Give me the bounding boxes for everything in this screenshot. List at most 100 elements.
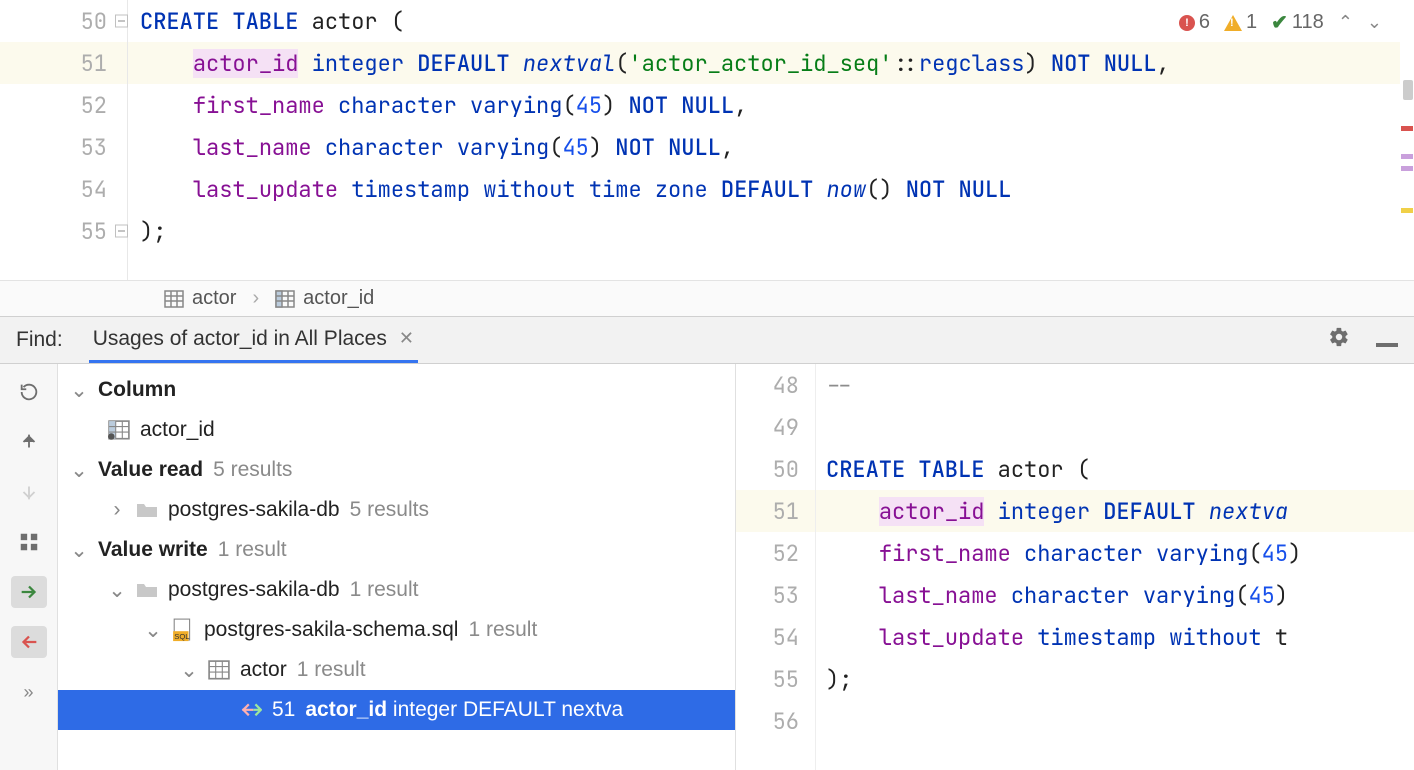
column-icon <box>275 290 295 308</box>
code-line[interactable]: last_name character varying(45) NOT NULL… <box>128 126 1414 168</box>
gutter-line-number: 55 <box>0 210 127 252</box>
stripe-usage-mark[interactable] <box>1401 166 1413 171</box>
code-line[interactable]: last_name character varying(45) <box>816 574 1414 616</box>
chevron-down-icon[interactable]: ⌄ <box>70 538 88 563</box>
gutter-line-number: 54 <box>0 168 127 210</box>
tree-count: 1 result <box>218 538 287 562</box>
usages-tree[interactable]: ⌄ Column actor_id ⌄ Value read 5 results… <box>58 364 736 770</box>
code-line[interactable]: first_name character varying(45) <box>816 532 1414 574</box>
usage-text-rest: integer DEFAULT nextva <box>387 698 623 721</box>
code-line[interactable]: last_update timestamp without t <box>816 616 1414 658</box>
usage-preview[interactable]: 484950515253545556 -- CREATE TABLE actor … <box>736 364 1414 770</box>
breadcrumb-actor[interactable]: actor <box>164 287 236 310</box>
code-line[interactable]: ); <box>816 658 1414 700</box>
folder-icon <box>136 500 158 520</box>
tree-node-value-read[interactable]: ⌄ Value read 5 results <box>58 450 735 490</box>
show-read-access-button[interactable] <box>11 576 47 608</box>
sql-file-icon: SQL <box>172 620 194 640</box>
chevron-right-icon[interactable]: › <box>108 498 126 522</box>
show-write-access-button[interactable] <box>11 626 47 658</box>
tree-label: postgres-sakila-db <box>168 498 340 522</box>
close-tab-icon[interactable]: ✕ <box>399 328 414 349</box>
column-icon <box>108 420 130 440</box>
stripe-usage-mark[interactable] <box>1401 154 1413 159</box>
gutter-line-number: 51 <box>736 490 815 532</box>
code-line[interactable]: -- <box>816 364 1414 406</box>
warning-icon <box>1224 15 1242 31</box>
gutter-line-number: 51 <box>0 42 127 84</box>
find-tab-title: Usages of actor_id in All Places <box>93 327 387 351</box>
more-options-button[interactable]: » <box>11 676 47 708</box>
table-icon <box>164 290 184 308</box>
code-line[interactable]: actor_id integer DEFAULT nextva <box>816 490 1414 532</box>
code-line[interactable]: ); <box>128 210 1414 252</box>
gutter-line-number: 50 <box>736 448 815 490</box>
chevron-down-icon[interactable]: ⌄ <box>70 378 88 403</box>
next-highlight-icon[interactable]: ⌄ <box>1367 12 1382 33</box>
tree-node-column[interactable]: ⌄ Column <box>58 370 735 410</box>
gutter-line-number: 53 <box>0 126 127 168</box>
tree-label: Value read <box>98 458 203 482</box>
editor-code[interactable]: ! 6 1 ✔ 118 ⌃ ⌄ CREATE TABLE actor ( act… <box>128 0 1414 280</box>
tree-label: Value write <box>98 538 208 562</box>
gutter-line-number: 55 <box>736 658 815 700</box>
code-line[interactable] <box>816 406 1414 448</box>
inspection-widget[interactable]: ! 6 1 ✔ 118 ⌃ ⌄ <box>1179 10 1382 35</box>
gear-icon[interactable] <box>1328 326 1350 354</box>
rerun-button[interactable] <box>11 376 47 408</box>
preview-code[interactable]: -- CREATE TABLE actor ( actor_id integer … <box>816 364 1414 770</box>
chevron-down-icon[interactable]: ⌄ <box>108 578 126 603</box>
breadcrumb-label: actor <box>192 287 236 310</box>
tree-node-value-write[interactable]: ⌄ Value write 1 result <box>58 530 735 570</box>
gutter-line-number: 53 <box>736 574 815 616</box>
hide-panel-icon[interactable] <box>1376 327 1398 353</box>
preview-gutter: 484950515253545556 <box>736 364 816 770</box>
find-tab[interactable]: Usages of actor_id in All Places ✕ <box>89 317 418 363</box>
gutter-line-number: 54 <box>736 616 815 658</box>
code-line[interactable]: first_name character varying(45) NOT NUL… <box>128 84 1414 126</box>
find-panel-header: Find: Usages of actor_id in All Places ✕ <box>0 316 1414 364</box>
tree-node-vw-table[interactable]: ⌄ actor 1 result <box>58 650 735 690</box>
stripe-scroll-thumb[interactable] <box>1403 80 1413 100</box>
tree-label: actor_id <box>140 418 215 442</box>
fold-toggle-icon[interactable] <box>115 225 128 238</box>
chevron-down-icon[interactable]: ⌄ <box>144 618 162 643</box>
error-stripe[interactable] <box>1400 0 1414 280</box>
code-line[interactable]: CREATE TABLE actor ( <box>816 448 1414 490</box>
find-label: Find: <box>16 328 63 352</box>
code-line[interactable]: last_update timestamp without time zone … <box>128 168 1414 210</box>
errors-count: 6 <box>1199 11 1210 34</box>
tree-node-vw-folder[interactable]: ⌄ postgres-sakila-db 1 result <box>58 570 735 610</box>
stripe-warning-mark[interactable] <box>1401 208 1413 213</box>
errors-indicator[interactable]: ! 6 <box>1179 11 1210 34</box>
error-icon: ! <box>1179 15 1195 31</box>
tree-node-column-value[interactable]: actor_id <box>58 410 735 450</box>
tree-label: postgres-sakila-schema.sql <box>204 618 458 642</box>
tree-node-vw-file[interactable]: ⌄ SQL postgres-sakila-schema.sql 1 resul… <box>58 610 735 650</box>
fold-toggle-icon[interactable] <box>115 15 128 28</box>
next-occurrence-button[interactable] <box>11 476 47 508</box>
chevron-down-icon[interactable]: ⌄ <box>180 658 198 683</box>
tree-node-selected-usage[interactable]: 51 actor_id integer DEFAULT nextva <box>58 690 735 730</box>
write-access-icon <box>240 700 262 720</box>
warnings-indicator[interactable]: 1 <box>1224 11 1257 34</box>
oks-indicator[interactable]: ✔ 118 <box>1271 10 1324 35</box>
gutter-line-number: 49 <box>736 406 815 448</box>
stripe-error-mark[interactable] <box>1401 126 1413 131</box>
group-by-button[interactable] <box>11 526 47 558</box>
check-icon: ✔ <box>1271 10 1288 35</box>
code-line[interactable]: actor_id integer DEFAULT nextval('actor_… <box>128 42 1414 84</box>
breadcrumb-actor-id[interactable]: actor_id <box>275 287 374 310</box>
main-editor[interactable]: 505152535455 ! 6 1 ✔ 118 ⌃ ⌄ CREATE T <box>0 0 1414 280</box>
tree-count: 1 result <box>297 658 366 682</box>
prev-highlight-icon[interactable]: ⌃ <box>1338 12 1353 33</box>
tree-label: postgres-sakila-db <box>168 578 340 602</box>
prev-occurrence-button[interactable] <box>11 426 47 458</box>
breadcrumb-label: actor_id <box>303 287 374 310</box>
chevron-down-icon[interactable]: ⌄ <box>70 458 88 483</box>
gutter-line-number: 48 <box>736 364 815 406</box>
folder-icon <box>136 580 158 600</box>
code-line[interactable] <box>816 700 1414 742</box>
tree-label: actor <box>240 658 287 682</box>
tree-node-vr-folder[interactable]: › postgres-sakila-db 5 results <box>58 490 735 530</box>
